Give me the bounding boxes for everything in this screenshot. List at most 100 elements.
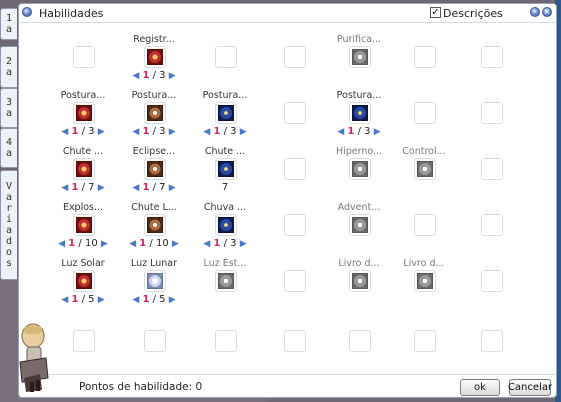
skill-name: Purifica... (336, 34, 382, 45)
skill-slot[interactable]: Control... (390, 146, 458, 202)
title-bar[interactable]: Habilidades ✓ Descrições – × (19, 4, 556, 22)
side-tab-char: a (5, 108, 13, 119)
skill-slot[interactable]: Postura... ◀ 1 / 3 ▶ (120, 90, 188, 146)
skill-level: ◀ 1 / 5 ▶ (132, 294, 176, 305)
skill-name: Postura... (336, 90, 382, 101)
decrease-level-arrow[interactable]: ◀ (129, 239, 136, 249)
skill-slot[interactable]: Postura... ◀ 1 / 3 ▶ (325, 90, 393, 146)
luz-lunar-icon[interactable] (147, 273, 163, 289)
skill-slot[interactable]: Chute L... ◀ 1 / 10 ▶ (120, 202, 188, 258)
footer-bar: Pontos de habilidade: 0 ok Cancelar (19, 374, 556, 399)
increase-level-arrow[interactable]: ▶ (169, 127, 176, 137)
empty-skill-slot (260, 318, 328, 374)
postura-sol-icon[interactable] (76, 105, 92, 121)
skill-slot[interactable]: Eclipse... ◀ 1 / 7 ▶ (120, 146, 188, 202)
minimize-button[interactable]: – (530, 7, 540, 17)
explosao-icon[interactable] (76, 217, 92, 233)
increase-level-arrow[interactable]: ▶ (240, 239, 247, 249)
skill-slot[interactable]: Livro d... (390, 258, 458, 314)
skill-slot[interactable]: Purifica... (325, 34, 393, 90)
max-level: 5 (88, 294, 95, 305)
side-tab-char: 2 (5, 56, 13, 67)
skill-level: ◀ 1 / 3 ▶ (203, 238, 247, 249)
postura-lua-icon[interactable] (147, 105, 163, 121)
decrease-level-arrow[interactable]: ◀ (132, 295, 139, 305)
skill-level: ◀ 1 / 5 ▶ (61, 294, 105, 305)
skill-slot[interactable]: Hiperno... (325, 146, 393, 202)
decrease-level-arrow[interactable]: ◀ (61, 127, 68, 137)
skill-slot[interactable]: Postura... ◀ 1 / 3 ▶ (191, 90, 259, 146)
ok-button[interactable]: ok (460, 379, 500, 396)
skill-name: Postura... (131, 90, 177, 101)
skill-slot[interactable]: Chute ... 7 (191, 146, 259, 202)
livro-2-icon[interactable] (417, 273, 433, 289)
level-value: 7 (221, 182, 229, 193)
decrease-level-arrow[interactable]: ◀ (203, 239, 210, 249)
side-tab-1[interactable]: 1a (0, 8, 17, 40)
decrease-level-arrow[interactable]: ◀ (61, 295, 68, 305)
skill-points-label: Pontos de habilidade: 0 (79, 381, 203, 393)
registro-icon[interactable] (147, 49, 163, 65)
hipernova-icon[interactable] (352, 161, 368, 177)
increase-level-arrow[interactable]: ▶ (169, 295, 176, 305)
skill-slot[interactable]: Registr... ◀ 1 / 3 ▶ (120, 34, 188, 90)
increase-level-arrow[interactable]: ▶ (172, 239, 179, 249)
decrease-level-arrow[interactable]: ◀ (58, 239, 65, 249)
decrease-level-arrow[interactable]: ◀ (132, 71, 139, 81)
advento-icon[interactable] (352, 217, 368, 233)
empty-skill-slot (457, 90, 525, 146)
livro-icon[interactable] (352, 273, 368, 289)
chute-lua-icon[interactable] (147, 217, 163, 233)
skill-icon-frame (349, 102, 371, 124)
descriptions-checkbox[interactable]: ✓ (430, 7, 441, 18)
skill-slot[interactable]: Postura... ◀ 1 / 3 ▶ (49, 90, 117, 146)
increase-level-arrow[interactable]: ▶ (169, 71, 176, 81)
increase-level-arrow[interactable]: ▶ (240, 127, 247, 137)
skill-icon-frame (481, 158, 503, 180)
increase-level-arrow[interactable]: ▶ (169, 183, 176, 193)
skill-name: Hiperno... (335, 146, 383, 157)
decrease-level-arrow[interactable]: ◀ (132, 127, 139, 137)
side-tab-5[interactable]: Variados (0, 170, 17, 280)
skill-icon-frame (284, 330, 306, 352)
skill-slot[interactable]: Chuva ... ◀ 1 / 3 ▶ (191, 202, 259, 258)
skill-icon-frame (284, 214, 306, 236)
chute-sol-icon[interactable] (76, 161, 92, 177)
skill-name: Livro d... (338, 258, 380, 269)
decrease-level-arrow[interactable]: ◀ (132, 183, 139, 193)
skill-slot[interactable]: Advent... (325, 202, 393, 258)
skill-icon-frame (349, 270, 371, 292)
skill-slot[interactable]: Explos... ◀ 1 / 10 ▶ (49, 202, 117, 258)
side-tab-char: a (5, 225, 13, 236)
controle-icon[interactable] (417, 161, 433, 177)
skill-slot[interactable]: Luz Est... (191, 258, 259, 314)
decrease-level-arrow[interactable]: ◀ (61, 183, 68, 193)
luz-solar-icon[interactable] (76, 273, 92, 289)
increase-level-arrow[interactable]: ▶ (374, 127, 381, 137)
skill-icon-frame (349, 158, 371, 180)
increase-level-arrow[interactable]: ▶ (98, 127, 105, 137)
side-tab-2[interactable]: 2a (0, 46, 17, 88)
skill-icon-frame (215, 270, 237, 292)
skill-slot[interactable]: Chute ... ◀ 1 / 7 ▶ (49, 146, 117, 202)
increase-level-arrow[interactable]: ▶ (98, 183, 105, 193)
close-button[interactable]: × (542, 7, 552, 17)
side-tab-3[interactable]: 3a (0, 88, 17, 128)
increase-level-arrow[interactable]: ▶ (98, 295, 105, 305)
skill-icon-frame (481, 270, 503, 292)
chuva-estrela-icon[interactable] (218, 217, 234, 233)
purificacao-icon[interactable] (352, 49, 368, 65)
decrease-level-arrow[interactable]: ◀ (203, 127, 210, 137)
luz-estelar-icon[interactable] (218, 273, 234, 289)
cancel-button[interactable]: Cancelar (508, 379, 552, 396)
skill-slot[interactable]: Livro d... (325, 258, 393, 314)
decrease-level-arrow[interactable]: ◀ (337, 127, 344, 137)
chute-estrela-icon[interactable] (218, 161, 234, 177)
eclipse-icon[interactable] (147, 161, 163, 177)
side-tab-4[interactable]: 4a (0, 128, 17, 168)
skill-slot[interactable]: Luz Lunar ◀ 1 / 5 ▶ (120, 258, 188, 314)
postura-universo-icon[interactable] (352, 105, 368, 121)
postura-estrela-icon[interactable] (218, 105, 234, 121)
increase-level-arrow[interactable]: ▶ (101, 239, 108, 249)
skill-slot[interactable]: Luz Solar ◀ 1 / 5 ▶ (49, 258, 117, 314)
